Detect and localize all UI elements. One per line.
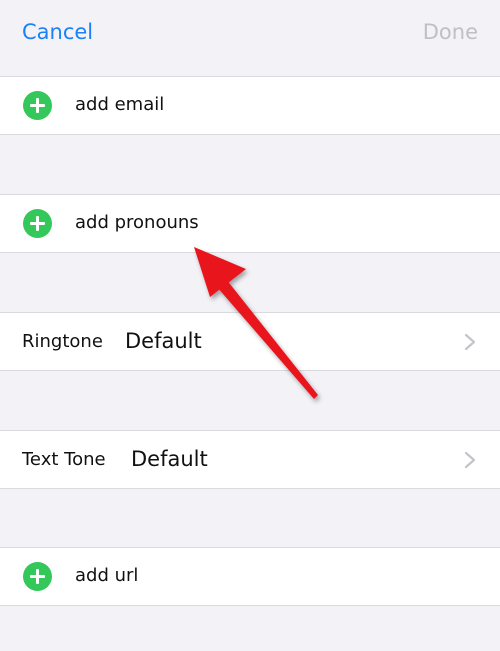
add-url-row[interactable]: add url — [0, 547, 500, 606]
text-tone-value: Default — [131, 447, 208, 471]
add-circle-icon[interactable] — [23, 91, 52, 120]
done-button[interactable]: Done — [423, 18, 478, 46]
chevron-right-icon — [464, 451, 476, 469]
red-arrow-annotation — [194, 247, 318, 399]
text-tone-label: Text Tone — [22, 449, 106, 470]
chevron-right-icon — [464, 333, 476, 351]
cancel-button[interactable]: Cancel — [22, 18, 93, 46]
add-url-label: add url — [75, 565, 139, 586]
add-email-label: add email — [75, 94, 165, 115]
add-circle-icon[interactable] — [23, 209, 52, 238]
navigation-bar: Cancel Done — [0, 0, 500, 76]
add-email-row[interactable]: add email — [0, 76, 500, 135]
add-circle-icon[interactable] — [23, 562, 52, 591]
edit-contact-screen: Cancel Done add email add pronouns Ringt… — [0, 0, 500, 651]
text-tone-row[interactable]: Text Tone Default — [0, 430, 500, 489]
ringtone-label: Ringtone — [22, 331, 103, 352]
